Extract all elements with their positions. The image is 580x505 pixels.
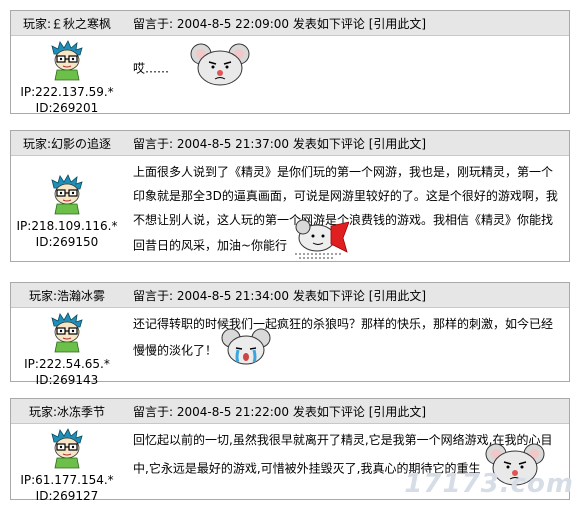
player-name[interactable]: 玩家:￡秋之寒枫	[11, 15, 123, 32]
quote-link[interactable]: [引用此文]	[369, 289, 426, 303]
quote-link[interactable]: [引用此文]	[369, 137, 426, 151]
post-time: 留言于: 2004-8-5 21:37:00 发表如下评论	[133, 136, 365, 151]
comment-meta: 留言于: 2004-8-5 22:09:00 发表如下评论 [引用此文]	[133, 15, 426, 32]
avatar	[51, 428, 83, 469]
user-id: ID:269201	[35, 101, 99, 115]
user-ip: IP:218.109.116.*	[16, 219, 118, 233]
comment-meta: 留言于: 2004-8-5 21:37:00 发表如下评论 [引用此文]	[133, 135, 426, 152]
post-time: 留言于: 2004-8-5 22:09:00 发表如下评论	[133, 16, 365, 31]
flying-mouse-emoticon	[294, 219, 349, 259]
grumpy-mouse-emoticon	[190, 43, 250, 86]
comment-header: 玩家:冰冻季节 留言于: 2004-8-5 21:22:00 发表如下评论 [引…	[11, 399, 569, 424]
comment-meta: 留言于: 2004-8-5 21:22:00 发表如下评论 [引用此文]	[133, 403, 426, 420]
post-time: 留言于: 2004-8-5 21:34:00 发表如下评论	[133, 288, 365, 303]
comment-header: 玩家:￡秋之寒枫 留言于: 2004-8-5 22:09:00 发表如下评论 […	[11, 11, 569, 36]
quote-link[interactable]: [引用此文]	[369, 405, 426, 419]
comment-text: 还记得转职的时候我们一起疯狂的杀狼吗？那样的快乐，那样的刺激，如今已经慢慢的淡化…	[133, 317, 554, 358]
user-id: ID:269143	[35, 373, 99, 387]
player-name[interactable]: 玩家:浩瀚冰雾	[11, 287, 123, 304]
crying-mouse-emoticon	[220, 328, 271, 366]
user-ip: IP:61.177.154.*	[20, 473, 114, 487]
site-watermark: 17173.com	[404, 469, 574, 499]
user-id: ID:269150	[35, 235, 99, 249]
comment-header: 玩家:浩瀚冰雾 留言于: 2004-8-5 21:34:00 发表如下评论 [引…	[11, 283, 569, 308]
user-panel: IP:218.109.116.* ID:269150	[11, 170, 123, 250]
comment-text-area: 还记得转职的时候我们一起疯狂的杀狼吗？那样的快乐，那样的刺激，如今已经慢慢的淡化…	[133, 312, 563, 366]
comment-text: 哎……	[133, 61, 170, 76]
quote-link[interactable]: [引用此文]	[369, 17, 426, 31]
avatar	[51, 174, 83, 215]
user-panel: IP:222.54.65.* ID:269143	[11, 308, 123, 388]
user-ip: IP:222.54.65.*	[24, 357, 110, 371]
comment-text-area: 哎……	[133, 43, 563, 86]
comment-header: 玩家:幻影の追逐 留言于: 2004-8-5 21:37:00 发表如下评论 […	[11, 131, 569, 156]
comment-card: 玩家:幻影の追逐 留言于: 2004-8-5 21:37:00 发表如下评论 […	[10, 130, 570, 262]
user-ip: IP:222.137.59.*	[20, 85, 114, 99]
user-panel: IP:222.137.59.* ID:269201	[11, 36, 123, 116]
user-panel: IP:61.177.154.* ID:269127	[11, 424, 123, 504]
comment-text-area: 上面很多人说到了《精灵》是你们玩的第一个网游，我也是，刚玩精灵，第一个印象就是那…	[133, 160, 563, 260]
player-name[interactable]: 玩家:冰冻季节	[11, 403, 123, 420]
post-time: 留言于: 2004-8-5 21:22:00 发表如下评论	[133, 404, 365, 419]
comment-meta: 留言于: 2004-8-5 21:34:00 发表如下评论 [引用此文]	[133, 287, 426, 304]
avatar	[51, 40, 83, 81]
user-id: ID:269127	[35, 489, 99, 503]
comment-card: 玩家:浩瀚冰雾 留言于: 2004-8-5 21:34:00 发表如下评论 [引…	[10, 282, 570, 387]
comment-card: 玩家:￡秋之寒枫 留言于: 2004-8-5 22:09:00 发表如下评论 […	[10, 10, 570, 116]
avatar	[51, 312, 83, 353]
player-name[interactable]: 玩家:幻影の追逐	[11, 135, 123, 152]
